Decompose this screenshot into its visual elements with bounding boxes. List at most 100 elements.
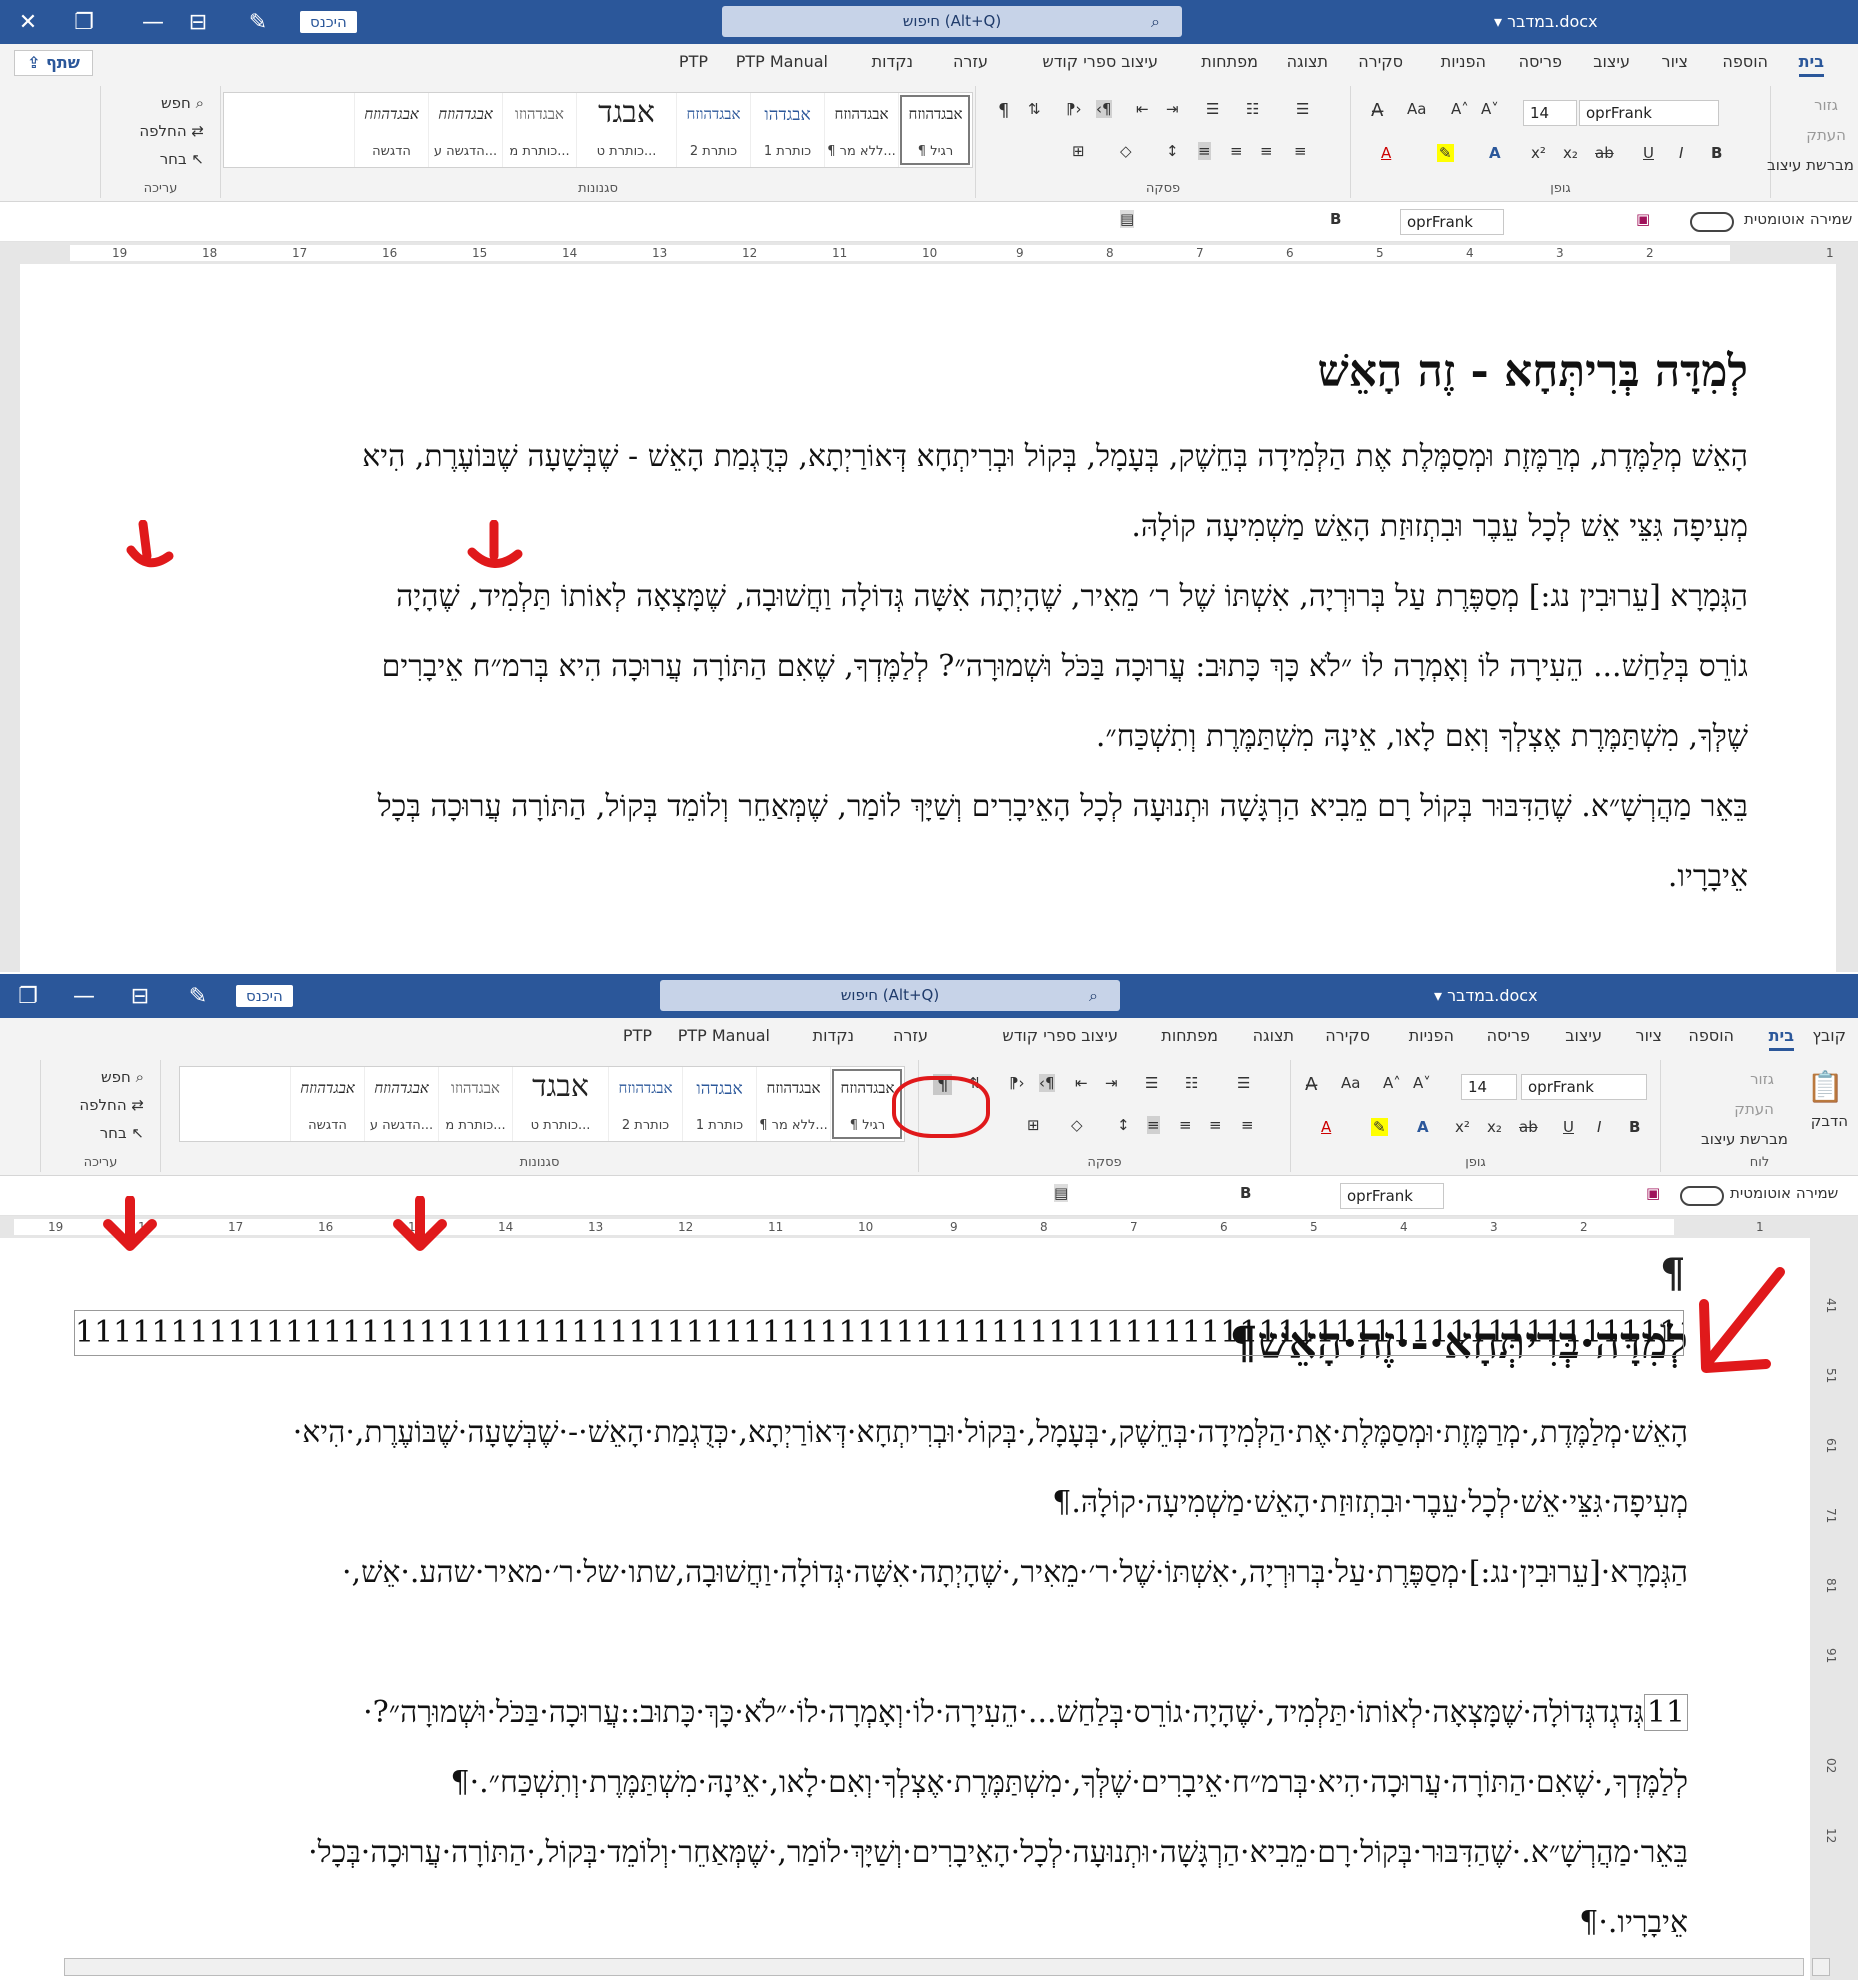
change-case-icon[interactable]: Aa <box>1341 1074 1360 1092</box>
rtl-icon[interactable]: ‹¶ <box>1096 100 1112 118</box>
text-effects-icon[interactable]: A <box>1417 1118 1429 1136</box>
paste-icon[interactable]: 📋 <box>1807 1070 1844 1105</box>
style-title[interactable]: אבגד כותרת ט... <box>576 93 676 167</box>
decrease-indent-icon[interactable]: ⇤ <box>1075 1074 1088 1092</box>
tab-help[interactable]: עזרה <box>953 52 988 71</box>
find-button[interactable]: חפש ⌕ <box>161 94 204 112</box>
italic-icon[interactable]: I <box>1597 1118 1601 1136</box>
style-emphasis[interactable]: אבגדהוזח הדגשה <box>290 1067 364 1141</box>
search-box[interactable]: חיפוש (Alt+Q) ⌕ <box>660 980 1120 1011</box>
select-button[interactable]: בחר ↖ <box>160 150 204 168</box>
shrink-font-icon[interactable]: A˅ <box>1413 1074 1431 1092</box>
style-emphasis[interactable]: אבגדהוזח הדגשה <box>354 93 428 167</box>
justify-icon[interactable]: ≡ <box>1147 1116 1160 1134</box>
document-title[interactable]: ▾ במדבר.docx <box>1494 0 1598 44</box>
tab-insert[interactable]: הוספה <box>1722 52 1768 71</box>
numbering-icon[interactable]: ☷ <box>1246 100 1259 118</box>
shading-icon[interactable]: ◇ <box>1120 142 1132 160</box>
align-right-icon[interactable]: ≡ <box>1241 1116 1254 1134</box>
tab-home[interactable]: בית <box>1768 1026 1794 1051</box>
tab-indexes[interactable]: מפתחות <box>1161 1026 1218 1045</box>
align-right-icon[interactable]: ≡ <box>1294 142 1307 160</box>
tab-holy-books[interactable]: עיצוב ספרי קודש <box>1042 52 1158 71</box>
subscript-icon[interactable]: x₂ <box>1563 144 1578 162</box>
minimize-icon[interactable]: — <box>56 974 112 1018</box>
cut-button[interactable]: גזור <box>1750 1070 1774 1088</box>
style-subtle-emphasis[interactable]: אבגדהוזח הדגשה ע... <box>428 93 502 167</box>
tab-draw[interactable]: ציור <box>1662 52 1688 71</box>
print-layout-icon[interactable]: ▤ <box>1054 1184 1069 1202</box>
save-icon[interactable]: ▣ <box>1636 210 1650 228</box>
style-subtle-emphasis[interactable]: אבגדהוזח הדגשה ע... <box>364 1067 438 1141</box>
ltr-icon[interactable]: ⁋› <box>1009 1074 1025 1092</box>
superscript-icon[interactable]: x² <box>1455 1118 1470 1136</box>
tab-view[interactable]: תצוגה <box>1287 52 1328 71</box>
qat-font-box[interactable]: oprFrank <box>1340 1183 1444 1209</box>
line-spacing-icon[interactable]: ↕ <box>1166 142 1179 160</box>
close-icon[interactable]: ✕ <box>0 0 56 44</box>
tab-review[interactable]: סקירה <box>1325 1026 1370 1045</box>
coauthor-pen-icon[interactable]: ✎ <box>230 0 286 44</box>
search-box[interactable]: חיפוש (Alt+Q) ⌕ <box>722 6 1182 37</box>
qat-bold-icon[interactable]: B <box>1330 210 1341 228</box>
tab-view[interactable]: תצוגה <box>1253 1026 1294 1045</box>
tab-design[interactable]: עיצוב <box>1593 52 1630 71</box>
font-size-box[interactable]: 14 <box>1461 1074 1517 1100</box>
change-case-icon[interactable]: Aa <box>1407 100 1426 118</box>
subscript-icon[interactable]: x₂ <box>1487 1118 1502 1136</box>
bullets-icon[interactable]: ☰ <box>1296 100 1309 118</box>
ribbon-display-icon[interactable]: ⊟ <box>170 0 226 44</box>
clear-formatting-icon[interactable]: A̶ <box>1371 100 1383 121</box>
sort-icon[interactable]: ⇅ <box>1028 100 1041 118</box>
underline-icon[interactable]: U <box>1643 144 1654 162</box>
clear-formatting-icon[interactable]: A̶ <box>1305 1074 1317 1095</box>
print-layout-icon[interactable]: ▤ <box>1120 210 1135 228</box>
tab-review[interactable]: סקירה <box>1358 52 1403 71</box>
center-icon[interactable]: ≡ <box>1209 1116 1222 1134</box>
rtl-icon[interactable]: ‹¶ <box>1039 1074 1055 1092</box>
style-normal[interactable]: אבגדהוזח ¶ רגיל <box>898 93 972 167</box>
grow-font-icon[interactable]: A˄ <box>1383 1074 1401 1092</box>
style-no-spacing[interactable]: אבגדהוזח ¶ ללא מר... <box>756 1067 830 1141</box>
font-color-icon[interactable]: A <box>1381 144 1391 162</box>
style-heading-1[interactable]: אבגדהו כותרת 1 <box>682 1067 756 1141</box>
bullets-icon[interactable]: ☰ <box>1237 1074 1250 1092</box>
style-no-spacing[interactable]: אבגדהוזח ¶ ללא מר... <box>824 93 898 167</box>
coauthor-pen-icon[interactable]: ✎ <box>170 974 226 1018</box>
format-painter-button[interactable]: מברשת עיצוב <box>1767 156 1854 174</box>
strikethrough-icon[interactable]: ab <box>1519 1118 1538 1136</box>
sign-in-button[interactable]: היכנס <box>300 11 357 33</box>
document-body-a[interactable]: לְמִדָּה בְּרִיתְּחָא - זֶה הָאֵשׁ הָאֵש… <box>88 346 1748 912</box>
underline-icon[interactable]: U <box>1563 1118 1574 1136</box>
borders-icon[interactable]: ⊞ <box>1027 1116 1040 1134</box>
tab-draw[interactable]: ציור <box>1636 1026 1662 1045</box>
tab-design[interactable]: עיצוב <box>1565 1026 1602 1045</box>
bold-icon[interactable]: B <box>1711 144 1722 162</box>
align-left-icon[interactable]: ≡ <box>1230 142 1243 160</box>
restore-icon[interactable]: ❐ <box>56 0 112 44</box>
copy-button[interactable]: העתק <box>1806 126 1846 144</box>
autosave-toggle[interactable] <box>1680 1186 1724 1206</box>
document-title[interactable]: ▾ במדבר.docx <box>1434 974 1538 1018</box>
shading-icon[interactable]: ◇ <box>1071 1116 1083 1134</box>
bold-icon[interactable]: B <box>1629 1118 1640 1136</box>
strikethrough-icon[interactable]: ab <box>1595 144 1614 162</box>
share-button[interactable]: ⇪ שתף <box>14 50 93 76</box>
tab-layout[interactable]: פריסה <box>1519 52 1562 71</box>
multilevel-list-icon[interactable]: ☰ <box>1206 100 1219 118</box>
style-subtitle[interactable]: אבגדהוזו כותרת מ... <box>502 93 576 167</box>
show-formatting-marks-icon[interactable]: ¶ <box>998 100 1009 121</box>
tab-file[interactable]: קובץ <box>1812 1026 1846 1045</box>
font-color-icon[interactable]: A <box>1321 1118 1331 1136</box>
scroll-right-button[interactable] <box>1812 1958 1830 1976</box>
horizontal-scrollbar[interactable] <box>64 1958 1804 1976</box>
style-title[interactable]: אבגד כותרת ט... <box>512 1067 608 1141</box>
tab-ptp[interactable]: PTP <box>679 52 708 71</box>
tab-insert[interactable]: הוספה <box>1688 1026 1734 1045</box>
sign-in-button[interactable]: היכנס <box>236 985 293 1007</box>
restore-icon[interactable]: ❐ <box>0 974 56 1018</box>
tab-help[interactable]: עזרה <box>893 1026 928 1045</box>
justify-icon[interactable]: ≡ <box>1198 142 1211 160</box>
numbering-icon[interactable]: ☷ <box>1185 1074 1198 1092</box>
highlight-icon[interactable]: ✎ <box>1437 144 1454 162</box>
